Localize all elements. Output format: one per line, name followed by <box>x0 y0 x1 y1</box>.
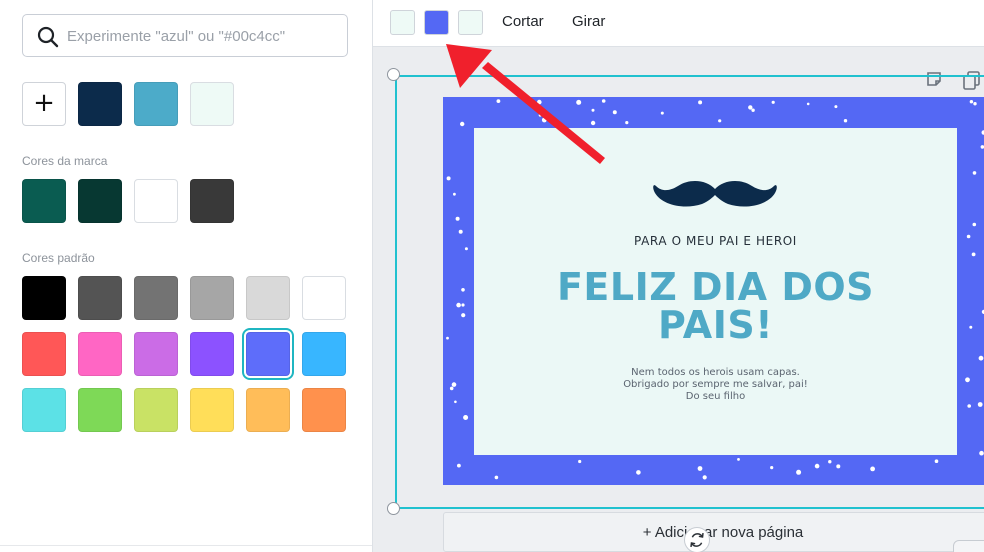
color-search-box[interactable] <box>22 14 348 57</box>
default-color-swatch[interactable] <box>190 276 234 320</box>
default-color-swatch[interactable] <box>78 388 122 432</box>
add-page-button[interactable]: + Adicionar nova página <box>443 512 984 552</box>
color-search-input[interactable] <box>67 21 337 51</box>
default-colors-label: Cores padrão <box>22 251 95 265</box>
document-color-swatch[interactable] <box>78 82 122 126</box>
default-color-swatch[interactable] <box>302 388 346 432</box>
selection-frame <box>395 75 984 509</box>
default-color-swatch[interactable] <box>190 388 234 432</box>
brand-color-swatch[interactable] <box>22 179 66 223</box>
toolbar-color-swatch[interactable] <box>424 10 449 35</box>
default-color-swatch[interactable] <box>134 276 178 320</box>
add-color-button[interactable]: + <box>22 82 66 126</box>
flip-button[interactable]: Girar <box>572 13 605 30</box>
default-color-swatch[interactable] <box>78 276 122 320</box>
default-color-swatch[interactable] <box>246 332 290 376</box>
toolbar-color-swatch[interactable] <box>390 10 415 35</box>
search-icon <box>37 26 59 48</box>
default-color-swatch[interactable] <box>246 388 290 432</box>
default-color-swatch[interactable] <box>246 276 290 320</box>
panel-bottom-divider <box>0 545 372 546</box>
default-color-swatch[interactable] <box>134 332 178 376</box>
document-color-swatch[interactable] <box>190 82 234 126</box>
help-button[interactable] <box>953 540 984 552</box>
brand-color-swatch[interactable] <box>78 179 122 223</box>
default-color-swatch[interactable] <box>190 332 234 376</box>
color-panel: + Cores da marca Cores padrão <box>0 0 372 552</box>
brand-color-swatch[interactable] <box>190 179 234 223</box>
default-color-swatch[interactable] <box>302 332 346 376</box>
plus-icon: + <box>33 88 55 118</box>
default-color-swatch[interactable] <box>22 332 66 376</box>
brand-colors-label: Cores da marca <box>22 154 108 168</box>
default-color-swatch[interactable] <box>78 332 122 376</box>
brand-color-swatch[interactable] <box>134 179 178 223</box>
default-color-swatch[interactable] <box>134 388 178 432</box>
default-color-swatch[interactable] <box>302 276 346 320</box>
editor-toolbar: Cortar Girar <box>373 0 984 47</box>
resize-handle-top-left[interactable] <box>387 68 400 81</box>
default-color-swatch[interactable] <box>22 388 66 432</box>
document-color-swatch[interactable] <box>134 82 178 126</box>
rotate-icon[interactable] <box>684 527 710 552</box>
default-color-swatch[interactable] <box>22 276 66 320</box>
crop-button[interactable]: Cortar <box>502 13 544 30</box>
resize-handle-bottom-left[interactable] <box>387 502 400 515</box>
toolbar-color-swatch[interactable] <box>458 10 483 35</box>
